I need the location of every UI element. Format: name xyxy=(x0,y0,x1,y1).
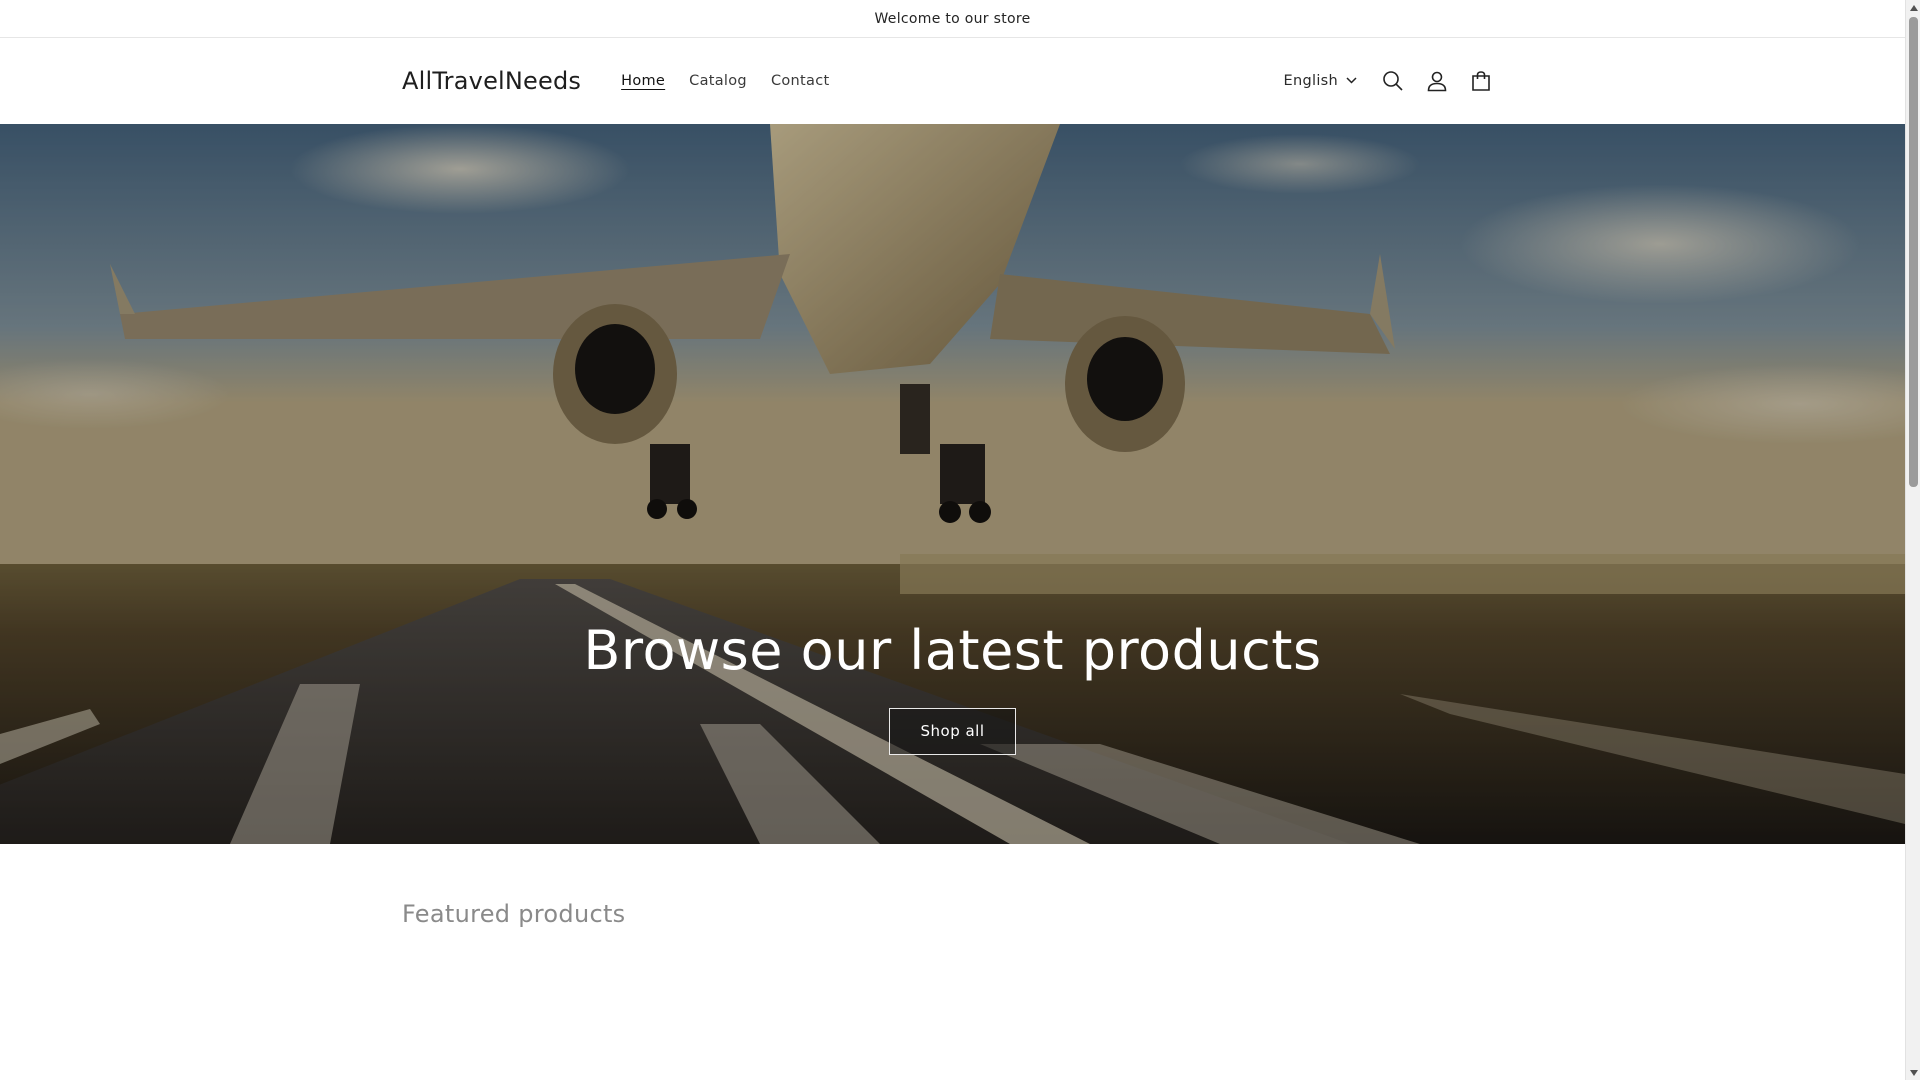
hero-banner: Browse our latest products Shop all xyxy=(0,124,1905,844)
shop-all-button[interactable]: Shop all xyxy=(889,708,1016,755)
featured-products-heading: Featured products xyxy=(402,900,626,928)
scroll-up-arrow[interactable] xyxy=(1906,0,1920,15)
language-selector[interactable]: English xyxy=(1284,73,1357,89)
nav-home[interactable]: Home xyxy=(609,63,677,99)
caret-up-icon xyxy=(1909,4,1918,11)
header-actions: English xyxy=(1284,59,1503,103)
hero-content: Browse our latest products Shop all xyxy=(0,619,1905,755)
cart-icon xyxy=(1472,70,1490,91)
account-button[interactable] xyxy=(1415,59,1459,103)
caret-down-icon xyxy=(1909,1069,1918,1076)
announcement-bar: Welcome to our store xyxy=(0,0,1905,38)
scroll-thumb[interactable] xyxy=(1909,17,1918,487)
cart-button[interactable] xyxy=(1459,59,1503,103)
store-logo[interactable]: AllTravelNeeds xyxy=(402,67,581,95)
nav-catalog[interactable]: Catalog xyxy=(677,63,759,99)
hero-title: Browse our latest products xyxy=(583,619,1322,682)
page: Welcome to our store AllTravelNeeds Home… xyxy=(0,0,1905,1080)
announcement-text: Welcome to our store xyxy=(874,10,1031,27)
header-inner: AllTravelNeeds Home Catalog Contact Engl… xyxy=(402,38,1503,123)
search-icon xyxy=(1383,70,1403,91)
page-scrollbar[interactable] xyxy=(1905,0,1920,1080)
nav-contact[interactable]: Contact xyxy=(759,63,842,99)
scroll-down-arrow[interactable] xyxy=(1906,1065,1920,1080)
chevron-down-icon xyxy=(1346,77,1357,84)
search-button[interactable] xyxy=(1371,59,1415,103)
main-nav: Home Catalog Contact xyxy=(609,63,841,99)
site-header: AllTravelNeeds Home Catalog Contact Engl… xyxy=(0,38,1905,123)
language-label: English xyxy=(1283,72,1338,89)
account-icon xyxy=(1427,71,1447,91)
